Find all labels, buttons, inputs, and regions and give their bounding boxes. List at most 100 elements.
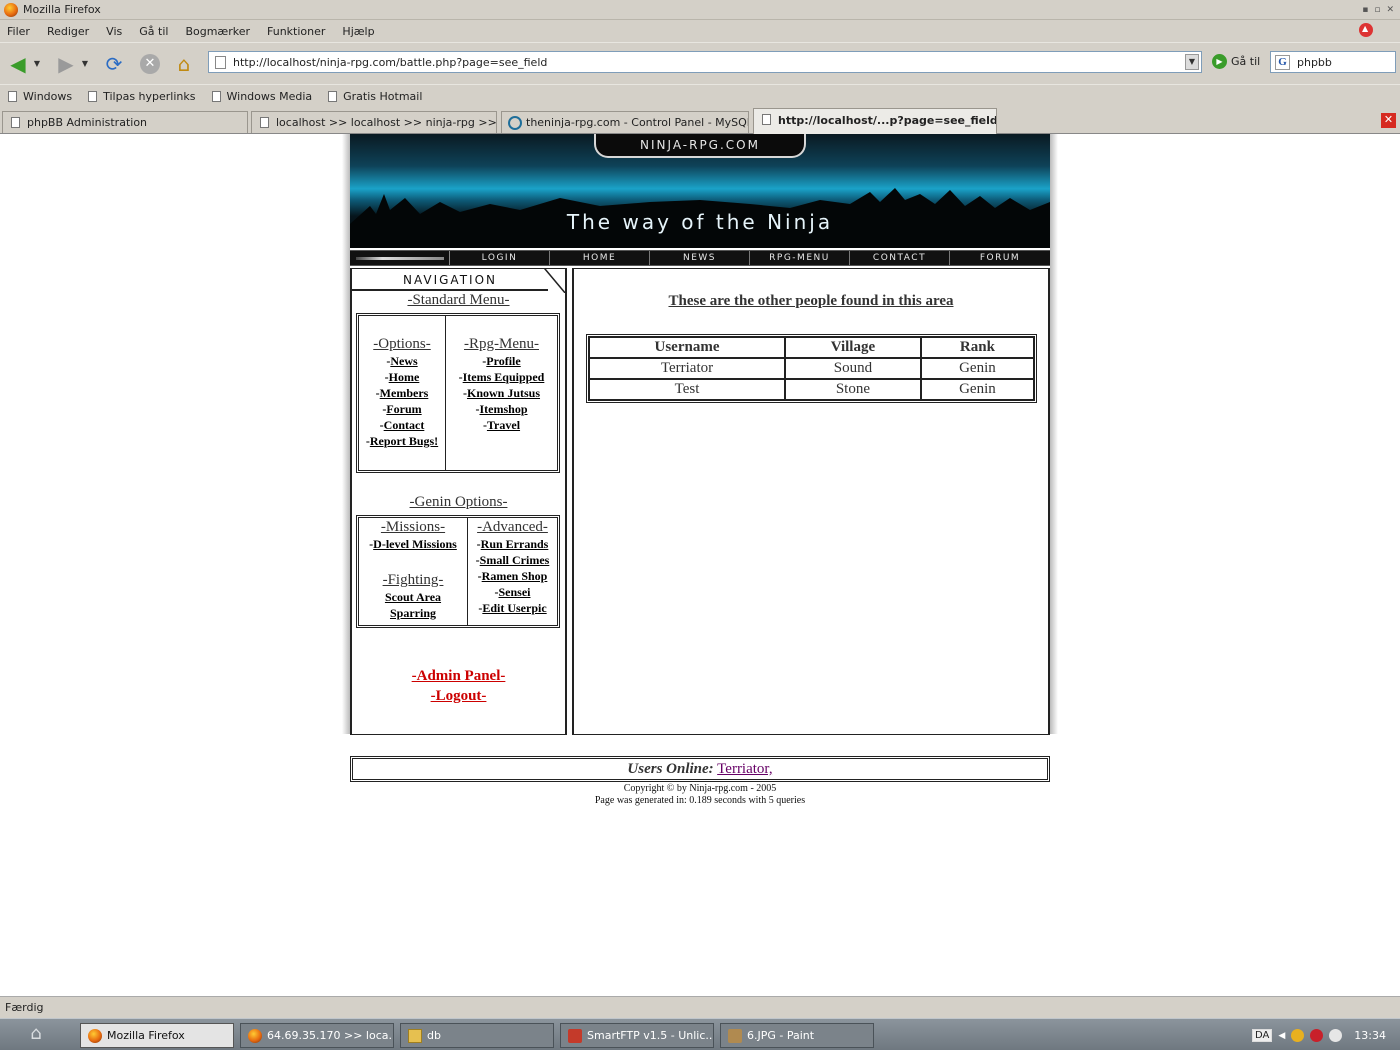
- page-heading: These are the other people found in this…: [668, 293, 954, 309]
- firefox-icon: [4, 2, 18, 17]
- link-d-level-missions[interactable]: -D-level Missions: [359, 536, 467, 552]
- link-run-errands[interactable]: -Run Errands: [468, 536, 557, 552]
- taskbar-item-db-folder[interactable]: db: [400, 1023, 554, 1048]
- minimize-icon[interactable]: ▪: [1362, 5, 1368, 15]
- bookmark-gratis-hotmail[interactable]: Gratis Hotmail: [328, 90, 422, 103]
- browser-statusbar: Færdig: [0, 996, 1400, 1018]
- taskbar-item-paint[interactable]: 6.JPG - Paint: [720, 1023, 874, 1048]
- forward-icon[interactable]: ▶: [53, 51, 79, 77]
- link-items-equipped[interactable]: -Items Equipped: [446, 369, 557, 385]
- reload-icon[interactable]: ⟳: [101, 51, 127, 77]
- online-user-link[interactable]: Terriator,: [717, 761, 772, 777]
- topnav-home[interactable]: Home: [550, 251, 650, 265]
- tab-control-panel[interactable]: theninja-rpg.com - Control Panel - MySQL…: [501, 111, 749, 133]
- menu-funktioner[interactable]: Funktioner: [267, 25, 325, 38]
- link-members[interactable]: -Members: [359, 385, 445, 401]
- menu-bogmaerker[interactable]: Bogmærker: [185, 25, 250, 38]
- menubar: Filer Rediger Vis Gå til Bogmærker Funkt…: [0, 20, 1400, 42]
- link-scout-area[interactable]: Scout Area: [359, 589, 467, 605]
- link-itemshop[interactable]: -Itemshop: [446, 401, 557, 417]
- tab-page-icon: [11, 117, 20, 128]
- cell-username: Test: [589, 379, 785, 400]
- copyright-text: Copyright © by Ninja-rpg.com - 2005: [623, 783, 777, 794]
- bookmark-windows[interactable]: Windows: [8, 90, 72, 103]
- genin-options-title: -Genin Options-: [409, 494, 508, 510]
- close-icon[interactable]: ✕: [1386, 5, 1394, 15]
- admin-panel-link[interactable]: -Admin Panel-: [352, 668, 565, 685]
- genin-options-box: -Missions- -D-level Missions -Fighting- …: [356, 515, 560, 628]
- navigation-header: NAVIGATION: [352, 269, 589, 293]
- menu-gaa-til[interactable]: Gå til: [139, 25, 168, 38]
- language-indicator[interactable]: DA: [1252, 1029, 1273, 1042]
- task-label: SmartFTP v1.5 - Unlic...: [587, 1029, 714, 1042]
- tab-localhost[interactable]: localhost >> localhost >> ninja-rpg >> .…: [251, 111, 497, 133]
- top-navigation: Login Home News RPG-Menu Contact Forum: [350, 250, 1050, 266]
- bookmark-label: Windows Media: [226, 90, 313, 103]
- taskbar-item-firefox[interactable]: Mozilla Firefox: [80, 1023, 234, 1048]
- folder-icon: [408, 1029, 422, 1043]
- close-tab-icon[interactable]: ✕: [1381, 113, 1396, 128]
- link-profile[interactable]: -Profile: [446, 353, 557, 369]
- menu-rediger[interactable]: Rediger: [47, 25, 89, 38]
- taskbar-item-smartftp[interactable]: SmartFTP v1.5 - Unlic...: [560, 1023, 714, 1048]
- link-sensei[interactable]: -Sensei: [468, 584, 557, 600]
- search-input[interactable]: G phpbb: [1270, 51, 1396, 73]
- column-header-village: Village: [784, 337, 921, 358]
- clock: 13:34: [1354, 1029, 1386, 1042]
- bookmark-windows-media[interactable]: Windows Media: [211, 90, 313, 103]
- bookmark-tilpas-hyperlinks[interactable]: Tilpas hyperlinks: [88, 90, 196, 103]
- back-dropdown-icon[interactable]: ▼: [31, 51, 43, 77]
- link-report-bugs[interactable]: -Report Bugs!: [359, 433, 445, 449]
- network-icon[interactable]: [1291, 1029, 1305, 1042]
- start-menu-icon[interactable]: ⌂: [4, 1023, 68, 1047]
- rpg-menu-column: -Rpg-Menu- -Profile -Items Equipped -Kno…: [445, 316, 557, 470]
- menu-vis[interactable]: Vis: [106, 25, 122, 38]
- topnav-news[interactable]: News: [650, 251, 750, 265]
- missions-fighting-column: -Missions- -D-level Missions -Fighting- …: [359, 518, 467, 625]
- menu-filer[interactable]: Filer: [7, 25, 30, 38]
- url-text: http://localhost/ninja-rpg.com/battle.ph…: [233, 56, 548, 69]
- url-dropdown-icon[interactable]: ▼: [1185, 54, 1199, 70]
- url-field[interactable]: http://localhost/ninja-rpg.com/battle.ph…: [208, 51, 1202, 73]
- tray-expand-icon[interactable]: ◀: [1278, 1031, 1285, 1041]
- link-home[interactable]: -Home: [359, 369, 445, 385]
- update-notification-icon[interactable]: [1359, 23, 1373, 37]
- link-forum[interactable]: -Forum: [359, 401, 445, 417]
- maximize-icon[interactable]: ▫: [1374, 5, 1380, 15]
- footer-info: Copyright © by Ninja-rpg.com - 2005 Page…: [348, 783, 1052, 807]
- link-edit-userpic[interactable]: -Edit Userpic: [468, 600, 557, 616]
- topnav-forum[interactable]: Forum: [950, 251, 1050, 265]
- link-ramen-shop[interactable]: -Ramen Shop: [468, 568, 557, 584]
- back-icon[interactable]: ◀: [5, 51, 31, 77]
- smartftp-icon: [568, 1029, 582, 1043]
- security-icon[interactable]: [1310, 1029, 1324, 1042]
- taskbar-item-firefox-2[interactable]: 64.69.35.170 >> loca...: [240, 1023, 394, 1048]
- link-news[interactable]: -News: [359, 353, 445, 369]
- go-button[interactable]: ▶ Gå til: [1212, 54, 1260, 69]
- home-icon[interactable]: ⌂: [171, 51, 197, 77]
- link-known-jutsus[interactable]: -Known Jutsus: [446, 385, 557, 401]
- tab-phpbb-administration[interactable]: phpBB Administration: [2, 111, 248, 133]
- tab-label: theninja-rpg.com - Control Panel - MySQL…: [526, 116, 749, 129]
- topnav-contact[interactable]: Contact: [850, 251, 950, 265]
- forward-dropdown-icon[interactable]: ▼: [79, 51, 91, 77]
- generation-time-text: Page was generated in: 0.189 seconds wit…: [594, 795, 806, 806]
- table-header-row: Username Village Rank: [589, 337, 1034, 358]
- topnav-login[interactable]: Login: [450, 251, 550, 265]
- standard-menu-title: -Standard Menu-: [407, 292, 510, 308]
- site-logo[interactable]: NINJA-RPG.COM: [594, 134, 806, 158]
- stop-icon[interactable]: ✕: [137, 51, 163, 77]
- site-shadow: [342, 134, 350, 734]
- link-small-crimes[interactable]: -Small Crimes: [468, 552, 557, 568]
- weather-icon[interactable]: [1329, 1029, 1343, 1042]
- link-contact[interactable]: -Contact: [359, 417, 445, 433]
- topnav-rpg-menu[interactable]: RPG-Menu: [750, 251, 850, 265]
- google-search-icon[interactable]: G: [1275, 55, 1290, 70]
- cell-username: Terriator: [589, 358, 785, 379]
- logout-link[interactable]: -Logout-: [352, 688, 565, 705]
- cell-rank: Genin: [920, 358, 1034, 379]
- link-travel[interactable]: -Travel: [446, 417, 557, 433]
- link-sparring[interactable]: Sparring: [359, 605, 467, 621]
- tab-see-field[interactable]: http://localhost/...p?page=see_field: [753, 108, 997, 134]
- menu-hjaelp[interactable]: Hjælp: [342, 25, 374, 38]
